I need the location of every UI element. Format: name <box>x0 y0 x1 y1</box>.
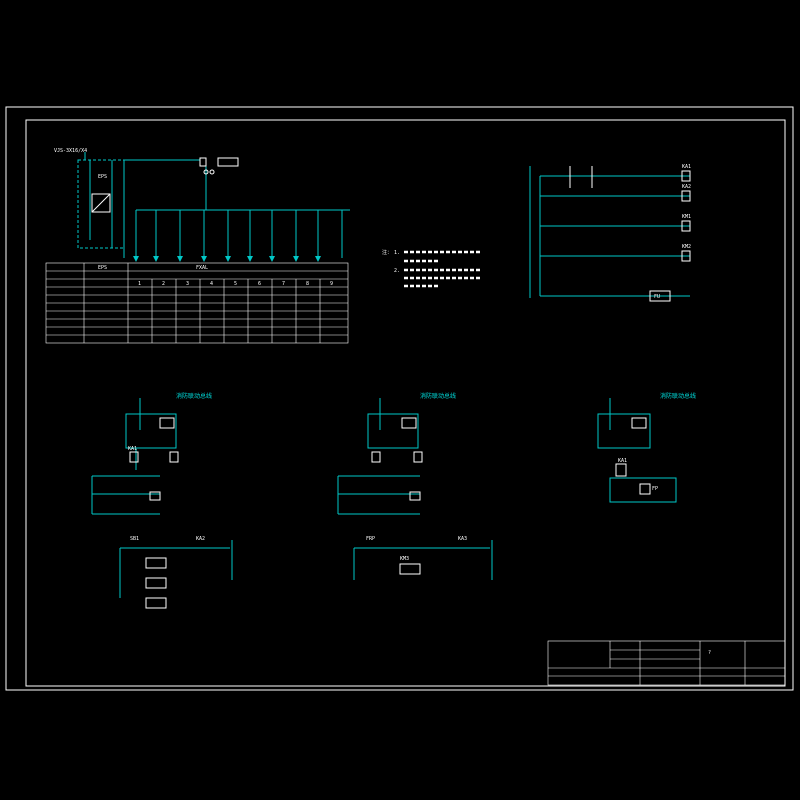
note-line-1: 1. <box>394 250 400 256</box>
relay-coil <box>145 557 167 569</box>
branch-circuits <box>155 210 343 258</box>
relay-coil <box>409 491 421 501</box>
label-fu: FU <box>654 294 660 300</box>
title-block: ? <box>547 640 786 686</box>
relay-coil <box>129 451 139 463</box>
distribution-panel: VJS-3X16/X4 EPS <box>54 148 350 262</box>
label-ka1: KA1 <box>618 458 627 464</box>
label-km2: KM2 <box>682 244 691 250</box>
relay-coil <box>145 597 167 609</box>
table-header-eps: EPS <box>98 265 107 271</box>
fire-pump-control-circuit: 消防联动总线 <box>91 392 233 609</box>
control-module <box>159 417 175 429</box>
fire-alarm-bus-title: 消防联动总线 <box>420 392 456 400</box>
fire-alarm-bus-title: 消防联动总线 <box>660 392 696 400</box>
label-ka2: KA2 <box>196 536 205 542</box>
fire-power-cutoff-circuit: 消防联动总线 <box>597 392 696 503</box>
main-breaker-box <box>199 157 207 167</box>
circuit-number: 3 <box>186 281 189 287</box>
relay-coil <box>413 451 423 463</box>
control-module <box>401 417 417 429</box>
label-ka1: KA1 <box>128 446 137 452</box>
smoke-fan-labels: FRP KA3 KM3 <box>366 536 467 562</box>
control-module-box <box>367 413 419 449</box>
relay-coil <box>149 491 161 501</box>
circuit-number: 2 <box>162 281 165 287</box>
shunt-trip-box <box>609 477 677 503</box>
circuit-number: 8 <box>306 281 309 287</box>
circuit-number: 6 <box>258 281 261 287</box>
control-module <box>631 417 647 429</box>
label-km1: KM1 <box>682 214 691 220</box>
relay-coil <box>615 463 627 477</box>
shunt-trip-symbol <box>639 483 651 495</box>
relay-coil <box>371 451 381 463</box>
control-module-box <box>597 413 651 449</box>
panel-table: EPS FXAL <box>45 262 349 344</box>
circuit-number: 5 <box>234 281 237 287</box>
fan-ladder-labels: KA1 KA2 KM1 KM2 FU <box>654 164 691 300</box>
fan-ladder-diagram <box>529 166 691 302</box>
circuit-number: 7 <box>282 281 285 287</box>
circuit-number: 1 <box>138 281 141 287</box>
circuit-number: 9 <box>330 281 333 287</box>
drawing-title: ? <box>708 650 711 656</box>
relay-coil <box>169 451 179 463</box>
notes: 注： 1. 2. <box>382 249 480 288</box>
table-circuit-numbers: 1 2 3 4 5 6 7 8 9 <box>138 281 333 287</box>
fire-power-labels: KA1 FP <box>618 458 658 492</box>
smoke-fan-control-circuit: 消防联动总线 <box>337 392 493 580</box>
relay-coil <box>399 563 421 575</box>
label-ka3: KA3 <box>458 536 467 542</box>
label-frp: FRP <box>366 536 375 542</box>
circuit-number: 4 <box>210 281 213 287</box>
label-ka1: KA1 <box>682 164 691 170</box>
relay-coil <box>145 577 167 589</box>
fire-alarm-bus-title: 消防联动总线 <box>176 392 212 400</box>
control-module-box <box>125 413 177 449</box>
note-prefix: 注： <box>382 249 392 256</box>
incoming-cable-label: VJS-3X16/X4 <box>54 148 87 154</box>
label-ka2: KA2 <box>682 184 691 190</box>
table-header-fxal: FXAL <box>196 265 208 271</box>
eps-label: EPS <box>98 174 107 180</box>
note-line-2: 2. <box>394 268 400 274</box>
label-fp: FP <box>652 486 658 492</box>
label-sb1: SB1 <box>130 536 139 542</box>
meter-box <box>217 157 239 167</box>
cad-drawing-sheet: VJS-3X16/X4 EPS EPS FXAL 1 2 3 4 5 6 7 8… <box>5 106 794 691</box>
label-km3: KM3 <box>400 556 409 562</box>
branch-arrows <box>133 256 321 262</box>
